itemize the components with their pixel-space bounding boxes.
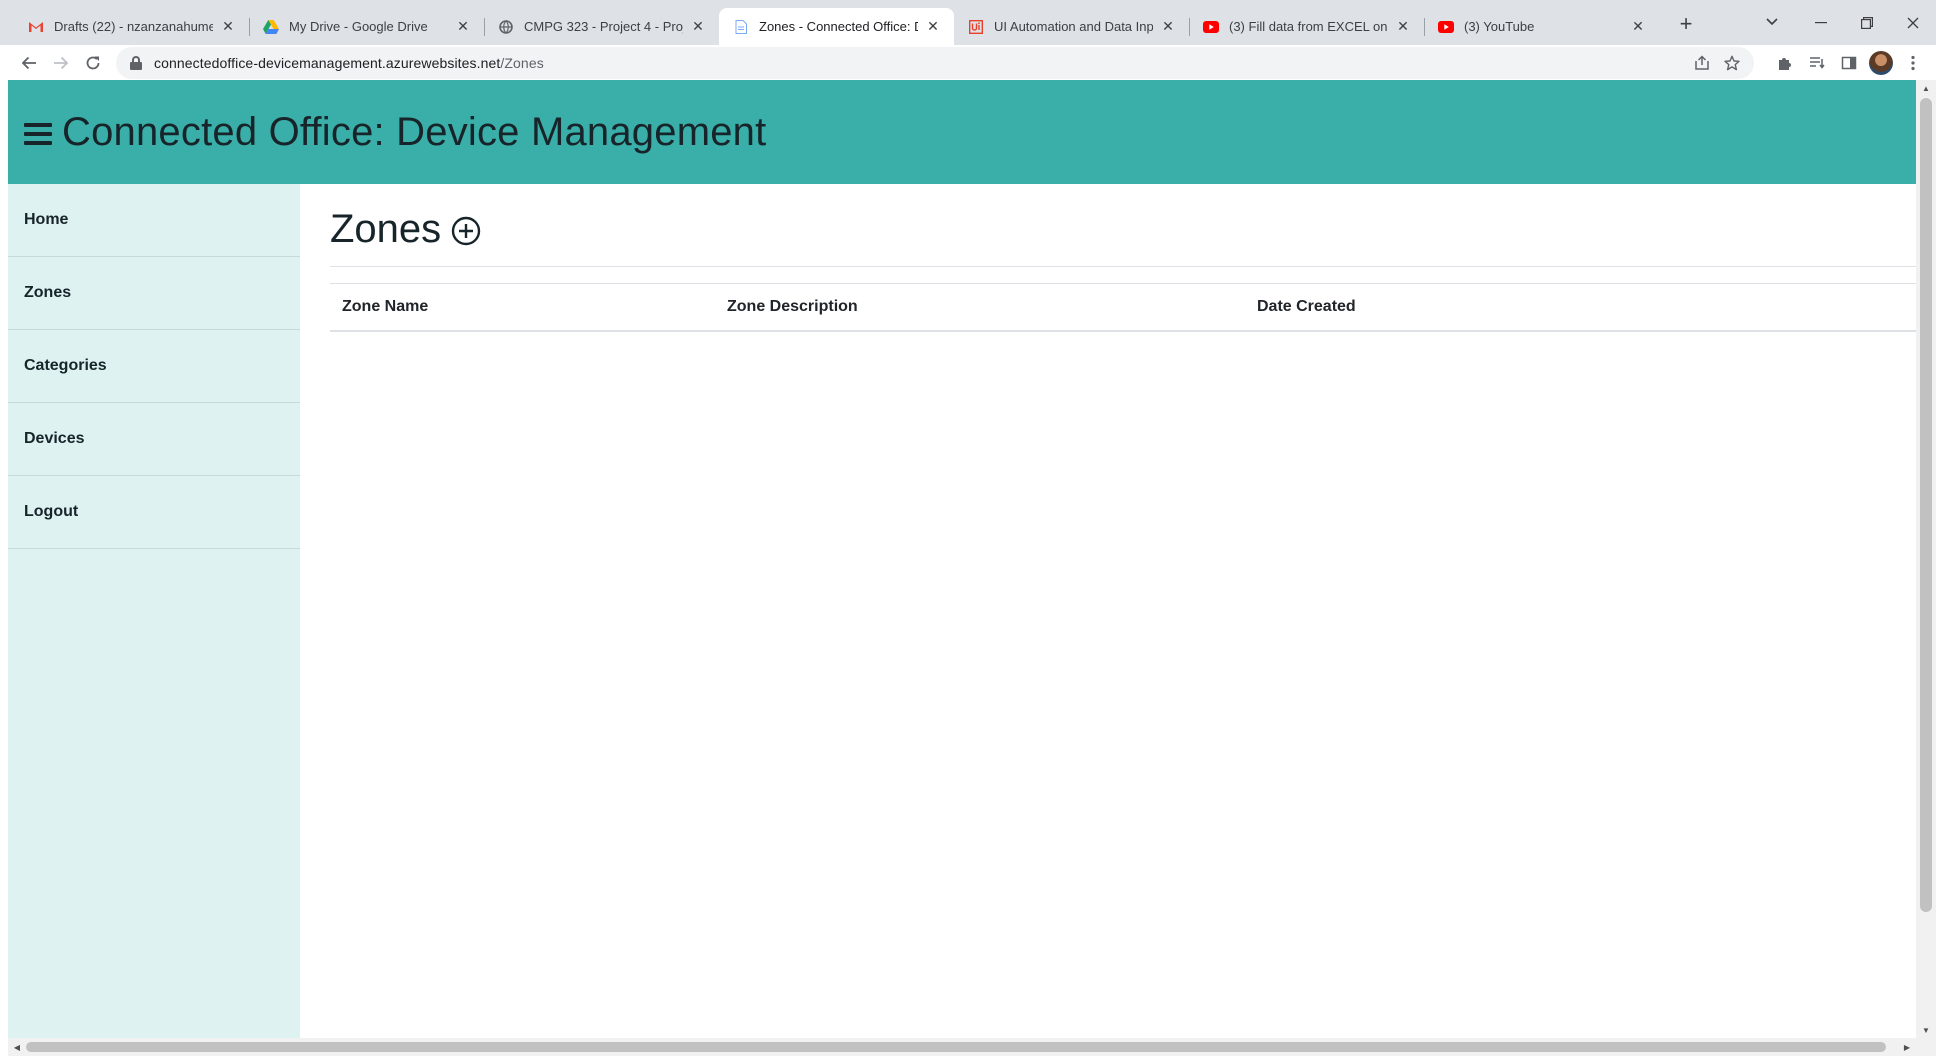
youtube-icon xyxy=(1203,19,1219,35)
tab-title: Drafts (22) - nzanzanahume@gmail.com - G… xyxy=(54,19,213,34)
sidebar-item-zones[interactable]: Zones xyxy=(8,257,300,330)
column-header-date-created: Date Created xyxy=(1245,283,1916,332)
zones-table: Zone Name Zone Description Date Created xyxy=(330,283,1916,332)
reload-icon[interactable] xyxy=(78,48,108,78)
sidebar: Home Zones Categories Devices Logout xyxy=(8,184,300,1056)
browser-toolbar: connectedoffice-devicemanagement.azurewe… xyxy=(0,45,1936,81)
uipath-icon xyxy=(968,19,984,35)
close-icon[interactable]: ✕ xyxy=(924,18,942,36)
close-window-icon[interactable] xyxy=(1890,3,1936,43)
forward-icon[interactable] xyxy=(46,48,76,78)
sidebar-item-home[interactable]: Home xyxy=(8,184,300,257)
new-tab-button[interactable]: + xyxy=(1669,7,1703,41)
tab-search-icon[interactable] xyxy=(1758,8,1786,36)
tab-ui-automation[interactable]: UI Automation and Data Inputs ✕ xyxy=(954,8,1189,45)
horizontal-scrollbar[interactable]: ◀ ▶ xyxy=(8,1038,1936,1056)
horizontal-scroll-thumb[interactable] xyxy=(26,1042,1886,1052)
browser-tab-strip: Drafts (22) - nzanzanahume@gmail.com - G… xyxy=(0,0,1936,45)
main-content: Zones Zone Name Zone Description Date Cr… xyxy=(330,184,1916,332)
close-icon[interactable]: ✕ xyxy=(1629,18,1647,36)
url-host: connectedoffice-devicemanagement.azurewe… xyxy=(154,55,501,71)
sidebar-item-devices[interactable]: Devices xyxy=(8,403,300,476)
tab-gmail[interactable]: Drafts (22) - nzanzanahume@gmail.com - G… xyxy=(14,8,249,45)
column-header-zone-name: Zone Name xyxy=(330,283,715,332)
youtube-icon xyxy=(1438,19,1454,35)
back-icon[interactable] xyxy=(14,48,44,78)
table-header-row: Zone Name Zone Description Date Created xyxy=(330,283,1916,332)
close-icon[interactable]: ✕ xyxy=(1394,18,1412,36)
window-controls xyxy=(1798,0,1936,45)
minimize-icon[interactable] xyxy=(1798,3,1844,43)
close-icon[interactable]: ✕ xyxy=(1159,18,1177,36)
tab-youtube[interactable]: (3) YouTube ✕ xyxy=(1424,8,1659,45)
side-panel-icon[interactable] xyxy=(1836,50,1862,76)
tab-list: Drafts (22) - nzanzanahume@gmail.com - G… xyxy=(0,0,1703,45)
app-header: Connected Office: Device Management xyxy=(8,80,1916,184)
page-title: Zones xyxy=(330,206,442,251)
globe-icon xyxy=(498,19,514,35)
restore-icon[interactable] xyxy=(1844,3,1890,43)
tab-title: CMPG 323 - Project 4 - Project B xyxy=(524,19,683,34)
url-text: connectedoffice-devicemanagement.azurewe… xyxy=(154,55,544,71)
url-path: /Zones xyxy=(500,55,544,71)
more-menu-icon[interactable] xyxy=(1900,50,1926,76)
tab-title: (3) Fill data from EXCEL on WEB xyxy=(1229,19,1388,34)
toolbar-actions xyxy=(1772,45,1926,81)
omnibox-actions xyxy=(1690,47,1744,79)
tab-title: UI Automation and Data Inputs xyxy=(994,19,1153,34)
profile-avatar[interactable] xyxy=(1868,50,1894,76)
vertical-scroll-thumb[interactable] xyxy=(1920,98,1932,912)
column-header-zone-description: Zone Description xyxy=(715,283,1245,332)
gmail-icon xyxy=(28,19,44,35)
tab-zones-active[interactable]: Zones - Connected Office: Device Managem… xyxy=(719,8,954,45)
close-icon[interactable]: ✕ xyxy=(219,18,237,36)
close-icon[interactable]: ✕ xyxy=(454,18,472,36)
share-icon[interactable] xyxy=(1690,51,1714,75)
vertical-scrollbar[interactable]: ▲ ▼ xyxy=(1916,80,1936,1038)
page-heading: Zones xyxy=(330,184,1916,266)
page-viewport: Connected Office: Device Management Home… xyxy=(8,80,1936,1056)
sidebar-item-categories[interactable]: Categories xyxy=(8,330,300,403)
scroll-left-icon[interactable]: ◀ xyxy=(8,1038,26,1056)
address-bar[interactable]: connectedoffice-devicemanagement.azurewe… xyxy=(116,47,1754,79)
page-icon xyxy=(733,19,749,35)
lock-icon[interactable] xyxy=(130,56,142,70)
sidebar-item-logout[interactable]: Logout xyxy=(8,476,300,549)
heading-divider xyxy=(330,266,1916,267)
scroll-right-icon[interactable]: ▶ xyxy=(1898,1038,1916,1056)
reading-list-icon[interactable] xyxy=(1804,50,1830,76)
tab-google-drive[interactable]: My Drive - Google Drive ✕ xyxy=(249,8,484,45)
tab-title: Zones - Connected Office: Device Managem… xyxy=(759,19,918,34)
google-drive-icon xyxy=(263,19,279,35)
tab-youtube-video[interactable]: (3) Fill data from EXCEL on WEB ✕ xyxy=(1189,8,1424,45)
tab-title: My Drive - Google Drive xyxy=(289,19,428,34)
bookmark-star-icon[interactable] xyxy=(1720,51,1744,75)
extensions-icon[interactable] xyxy=(1772,50,1798,76)
close-icon[interactable]: ✕ xyxy=(689,18,707,36)
scroll-up-icon[interactable]: ▲ xyxy=(1916,80,1936,96)
hamburger-menu-icon[interactable] xyxy=(24,123,52,145)
tab-title: (3) YouTube xyxy=(1464,19,1535,34)
app-title: Connected Office: Device Management xyxy=(62,109,767,154)
scroll-down-icon[interactable]: ▼ xyxy=(1916,1022,1936,1038)
add-circle-icon[interactable] xyxy=(451,216,481,246)
tab-cmpg-323[interactable]: CMPG 323 - Project 4 - Project B ✕ xyxy=(484,8,719,45)
